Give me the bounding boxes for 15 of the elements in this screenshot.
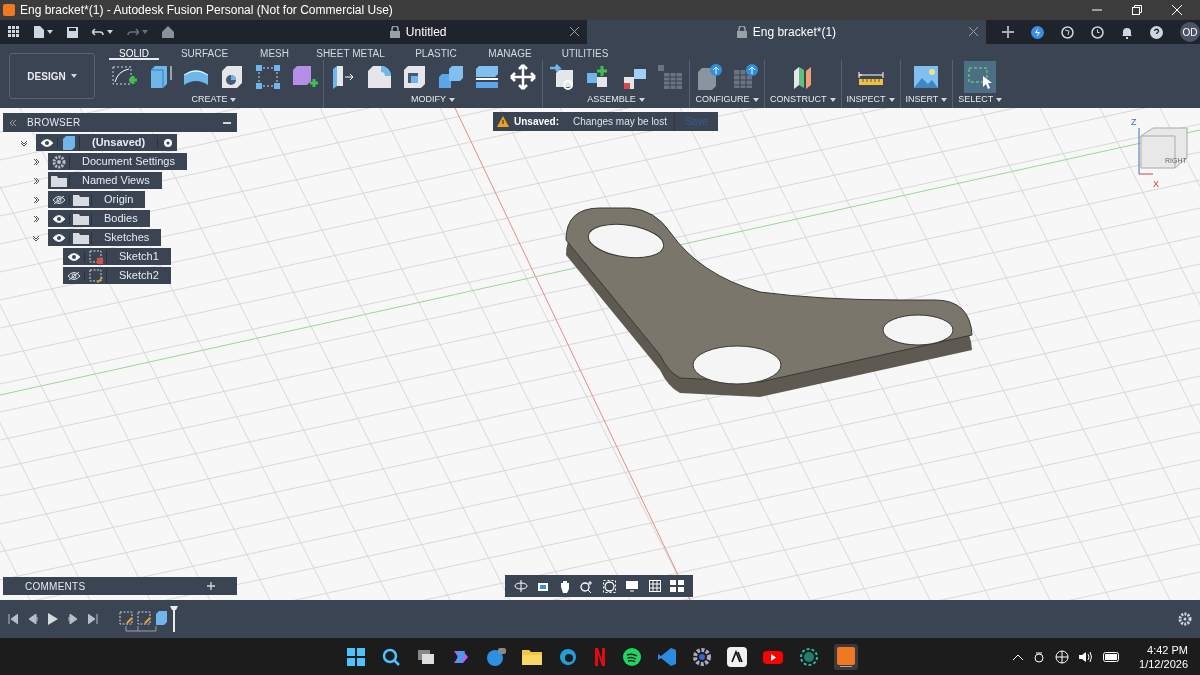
panel-title: BROWSER: [27, 116, 81, 130]
axis-label: Z: [1131, 116, 1137, 129]
window-title: Eng bracket*(1) - Autodesk Fusion Personal (Not for Commercial Use): [20, 2, 393, 19]
banner-message: Changes may be lost: [573, 115, 667, 129]
banner-label: Unsaved:: [514, 115, 559, 129]
tree-item-label: Bodies: [103, 211, 139, 227]
tree-item-label: Document Settings: [81, 154, 176, 170]
tree-item-label: (Unsaved): [91, 135, 147, 151]
tree-item-label: Sketch1: [118, 249, 160, 265]
axis-label: X: [1153, 178, 1159, 191]
tree-item-label: Sketches: [103, 230, 151, 246]
tree-item-label: Named Views: [81, 173, 151, 189]
tree-item-label: Origin: [103, 192, 135, 208]
tree-item-label: Sketch2: [118, 268, 160, 284]
panel-title: COMMENTS: [25, 579, 86, 594]
